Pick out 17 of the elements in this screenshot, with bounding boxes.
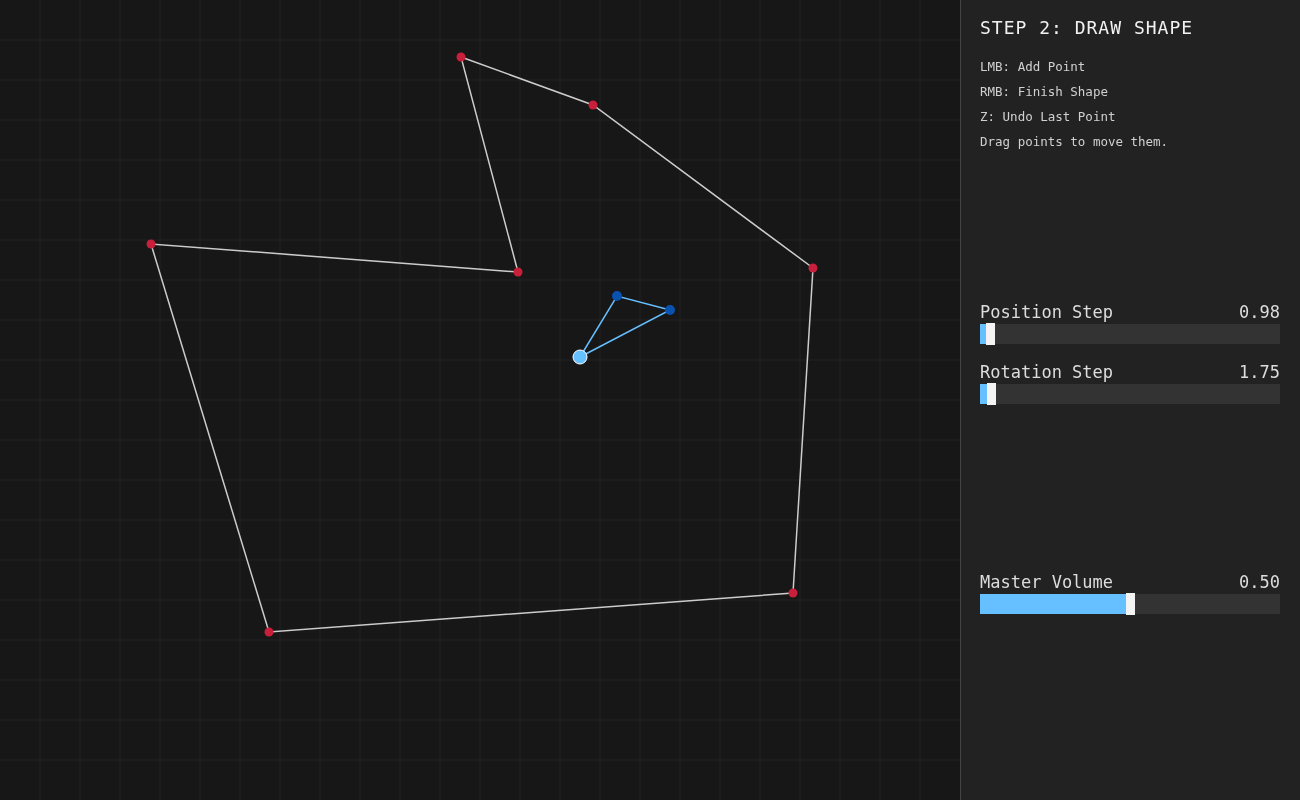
slider-track[interactable] [980,384,1280,404]
slider-thumb[interactable] [985,323,995,345]
instruction-text: LMB: Add Point [980,58,1087,76]
slider-track[interactable] [980,324,1280,344]
slider-thumb[interactable] [987,383,997,405]
slider-value: 0.50 [1239,571,1280,594]
panel-title: STEP 2: DRAW SHAPE [980,16,1195,40]
slider-value: 0.98 [1239,301,1280,324]
slider-track[interactable] [980,594,1280,614]
instruction-text: Z: Undo Last Point [980,108,1117,126]
slider-label: Master Volume [980,571,1114,594]
slider-label: Rotation Step [980,361,1114,384]
instruction-text: Drag points to move them. [980,133,1170,151]
slider-value: 1.75 [1239,361,1280,384]
slider-thumb[interactable] [1126,593,1135,615]
instruction-text: RMB: Finish Shape [980,83,1109,101]
slider-label: Position Step [980,301,1114,324]
